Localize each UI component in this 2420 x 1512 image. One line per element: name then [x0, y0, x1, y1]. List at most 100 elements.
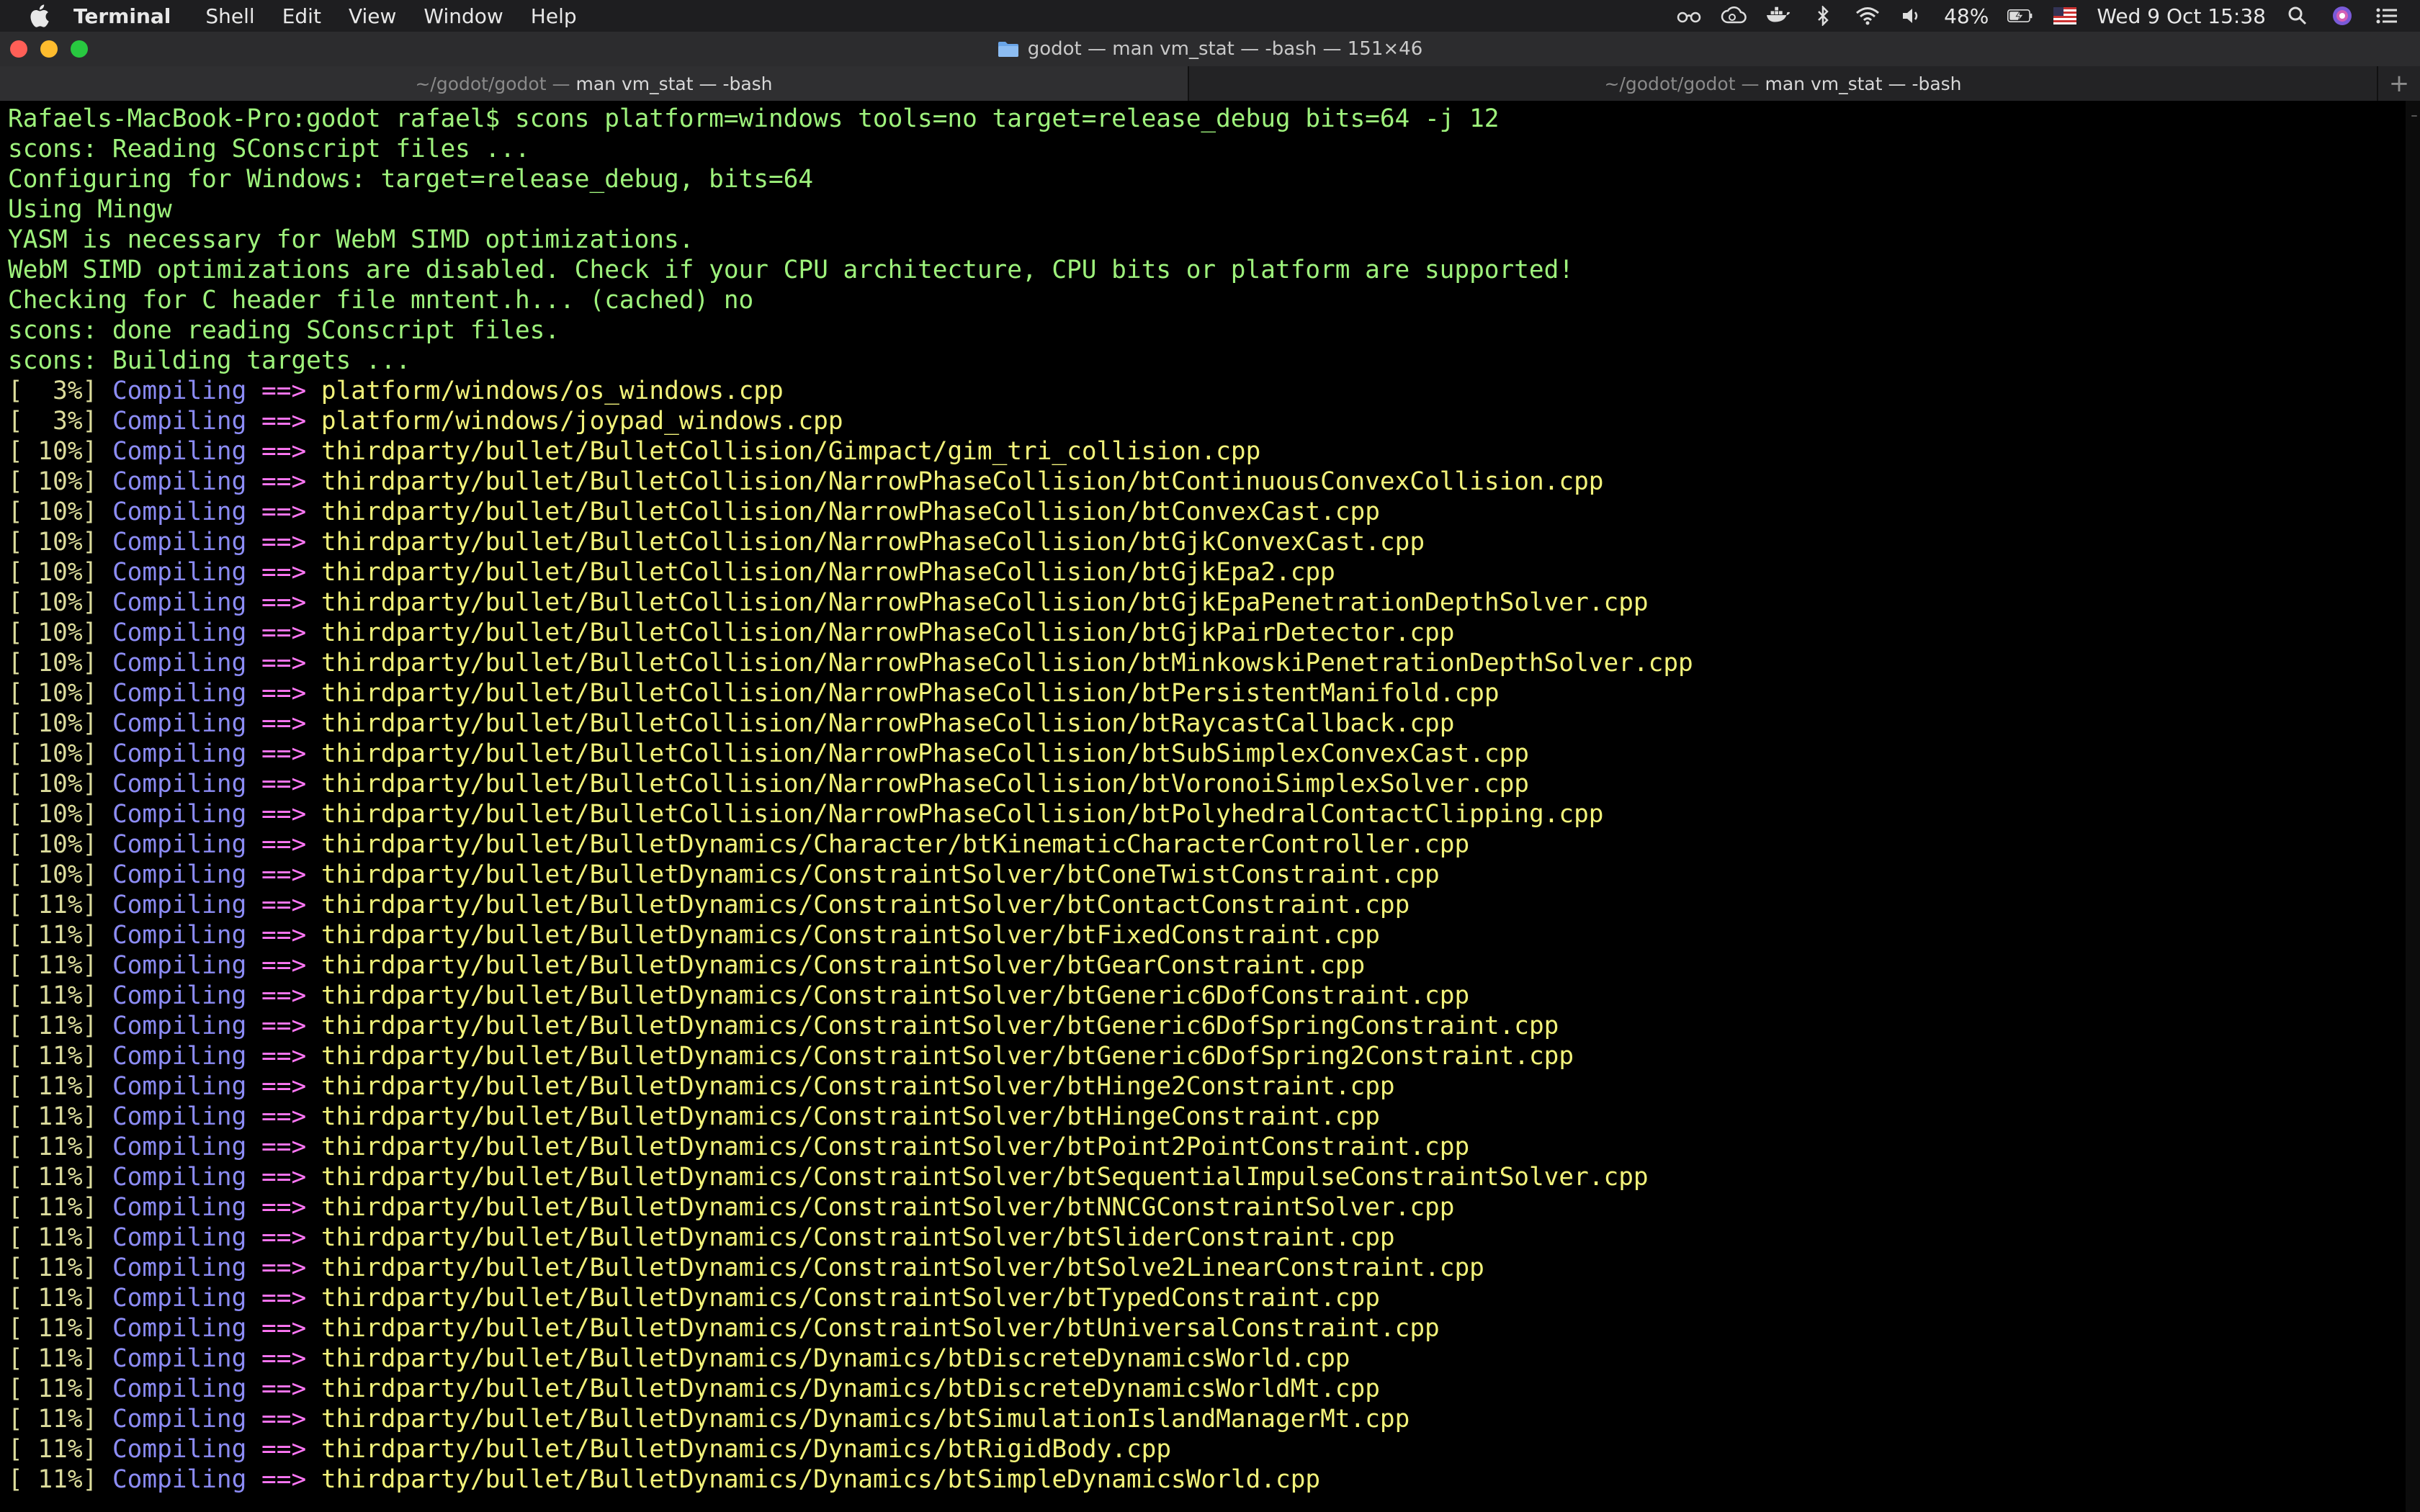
compile-percent: [ 10%] [8, 588, 98, 617]
plus-icon[interactable]: + [2378, 66, 2420, 101]
compile-arrow: ==> [261, 407, 307, 436]
compile-file: platform/windows/joypad_windows.cpp [321, 407, 843, 436]
compile-label: Compiling [112, 437, 247, 466]
battery-charging-icon[interactable] [2007, 5, 2033, 27]
compile-percent: [ 11%] [8, 1193, 98, 1222]
compile-line: [ 11%] Compiling ==> thirdparty/bullet/B… [8, 1223, 2406, 1253]
compile-line: [ 11%] Compiling ==> thirdparty/bullet/B… [8, 1374, 2406, 1404]
list-icon[interactable] [2374, 5, 2400, 27]
compile-label: Compiling [112, 649, 247, 678]
compile-arrow: ==> [261, 1102, 307, 1131]
compile-line: [ 10%] Compiling ==> thirdparty/bullet/B… [8, 618, 2406, 648]
compile-line: [ 3%] Compiling ==> platform/windows/os_… [8, 376, 2406, 406]
compile-label: Compiling [112, 407, 247, 436]
compile-line: [ 11%] Compiling ==> thirdparty/bullet/B… [8, 1071, 2406, 1102]
compile-arrow: ==> [261, 860, 307, 889]
compile-arrow: ==> [261, 1193, 307, 1222]
compile-line: [ 10%] Compiling ==> thirdparty/bullet/B… [8, 739, 2406, 769]
compile-file: thirdparty/bullet/BulletCollision/Narrow… [321, 679, 1500, 708]
compile-file: thirdparty/bullet/BulletDynamics/Constra… [321, 1102, 1380, 1131]
compile-arrow: ==> [261, 1405, 307, 1434]
clock[interactable]: Wed 9 Oct 15:38 [2097, 4, 2266, 28]
compile-label: Compiling [112, 1254, 247, 1282]
minimize-button[interactable] [40, 40, 58, 58]
compile-file: thirdparty/bullet/BulletCollision/Narrow… [321, 770, 1529, 798]
terminal-line: scons: Reading SConscript files ... [8, 135, 530, 163]
compile-label: Compiling [112, 1133, 247, 1161]
scrollbar[interactable] [2406, 101, 2420, 1512]
us-flag-icon[interactable] [2052, 5, 2078, 27]
menu-app-name[interactable]: Terminal [73, 4, 171, 28]
apple-icon[interactable] [26, 3, 52, 29]
compile-arrow: ==> [261, 1374, 307, 1403]
compile-file: thirdparty/bullet/BulletCollision/Narrow… [321, 649, 1693, 678]
window-title: godot — man vm_stat — -bash — 151×46 [1027, 38, 1423, 60]
tab-1[interactable]: ~/godot/godot — man vm_stat — -bash [0, 66, 1189, 101]
scroll-thumb[interactable] [2411, 115, 2417, 117]
menu-bar: Terminal Shell Edit View Window Help 48%… [0, 0, 2420, 32]
search-icon[interactable] [2285, 5, 2311, 27]
close-button[interactable] [10, 40, 27, 58]
status-area: 48% Wed 9 Oct 15:38 [1676, 0, 2400, 32]
compile-label: Compiling [112, 588, 247, 617]
tab-2[interactable]: ~/godot/godot — man vm_stat — -bash [1189, 66, 2378, 101]
compile-file: thirdparty/bullet/BulletCollision/Narrow… [321, 618, 1455, 647]
compile-line: [ 11%] Compiling ==> thirdparty/bullet/B… [8, 1313, 2406, 1344]
siri-icon[interactable] [2329, 5, 2355, 27]
compile-file: thirdparty/bullet/BulletDynamics/Dynamic… [321, 1374, 1380, 1403]
compile-arrow: ==> [261, 709, 307, 738]
window-title-bar[interactable]: godot — man vm_stat — -bash — 151×46 [0, 32, 2420, 66]
terminal-line: Configuring for Windows: target=release_… [8, 165, 814, 194]
compile-label: Compiling [112, 951, 247, 980]
compile-label: Compiling [112, 891, 247, 919]
compile-arrow: ==> [261, 467, 307, 496]
compile-label: Compiling [112, 860, 247, 889]
compile-percent: [ 10%] [8, 770, 98, 798]
creative-cloud-icon[interactable] [1721, 5, 1747, 27]
terminal-line: scons: Building targets ... [8, 346, 411, 375]
wifi-icon[interactable] [1855, 5, 1881, 27]
menu-help[interactable]: Help [531, 4, 577, 28]
tab-command: man vm_stat — -bash [575, 73, 773, 94]
menu-window[interactable]: Window [424, 4, 503, 28]
compile-percent: [ 11%] [8, 921, 98, 950]
compile-arrow: ==> [261, 649, 307, 678]
compile-file: thirdparty/bullet/BulletDynamics/Constra… [321, 981, 1470, 1010]
menu-view[interactable]: View [349, 4, 396, 28]
compile-percent: [ 10%] [8, 709, 98, 738]
compile-arrow: ==> [261, 891, 307, 919]
compile-percent: [ 10%] [8, 528, 98, 557]
tab-path: ~/godot/godot — [1604, 73, 1760, 94]
compile-percent: [ 11%] [8, 1163, 98, 1192]
compile-percent: [ 11%] [8, 951, 98, 980]
compile-percent: [ 11%] [8, 1284, 98, 1313]
compile-percent: [ 10%] [8, 558, 98, 587]
compile-arrow: ==> [261, 830, 307, 859]
compile-file: thirdparty/bullet/BulletDynamics/Constra… [321, 1012, 1559, 1040]
compile-label: Compiling [112, 770, 247, 798]
terminal-line: scons: done reading SConscript files. [8, 316, 560, 345]
compile-arrow: ==> [261, 951, 307, 980]
compile-file: thirdparty/bullet/BulletCollision/Narrow… [321, 467, 1604, 496]
maximize-button[interactable] [71, 40, 88, 58]
menu-edit[interactable]: Edit [282, 4, 321, 28]
glasses-icon[interactable] [1676, 5, 1702, 27]
compile-line: [ 10%] Compiling ==> thirdparty/bullet/B… [8, 527, 2406, 557]
compile-line: [ 11%] Compiling ==> thirdparty/bullet/B… [8, 1011, 2406, 1041]
docker-icon[interactable] [1765, 5, 1791, 27]
compile-label: Compiling [112, 618, 247, 647]
compile-arrow: ==> [261, 558, 307, 587]
volume-icon[interactable] [1899, 5, 1925, 27]
compile-line: [ 11%] Compiling ==> thirdparty/bullet/B… [8, 1132, 2406, 1162]
compile-arrow: ==> [261, 1163, 307, 1192]
bluetooth-icon[interactable] [1810, 5, 1836, 27]
compile-line: [ 11%] Compiling ==> thirdparty/bullet/B… [8, 1041, 2406, 1071]
compile-file: thirdparty/bullet/BulletDynamics/Constra… [321, 1133, 1470, 1161]
compile-label: Compiling [112, 1102, 247, 1131]
menu-shell[interactable]: Shell [205, 4, 254, 28]
compile-percent: [ 3%] [8, 377, 98, 405]
terminal-output[interactable]: Rafaels-MacBook-Pro:godot rafael$ scons … [0, 101, 2406, 1512]
compile-percent: [ 11%] [8, 1314, 98, 1343]
compile-file: thirdparty/bullet/BulletDynamics/Constra… [321, 921, 1380, 950]
compile-percent: [ 11%] [8, 1254, 98, 1282]
